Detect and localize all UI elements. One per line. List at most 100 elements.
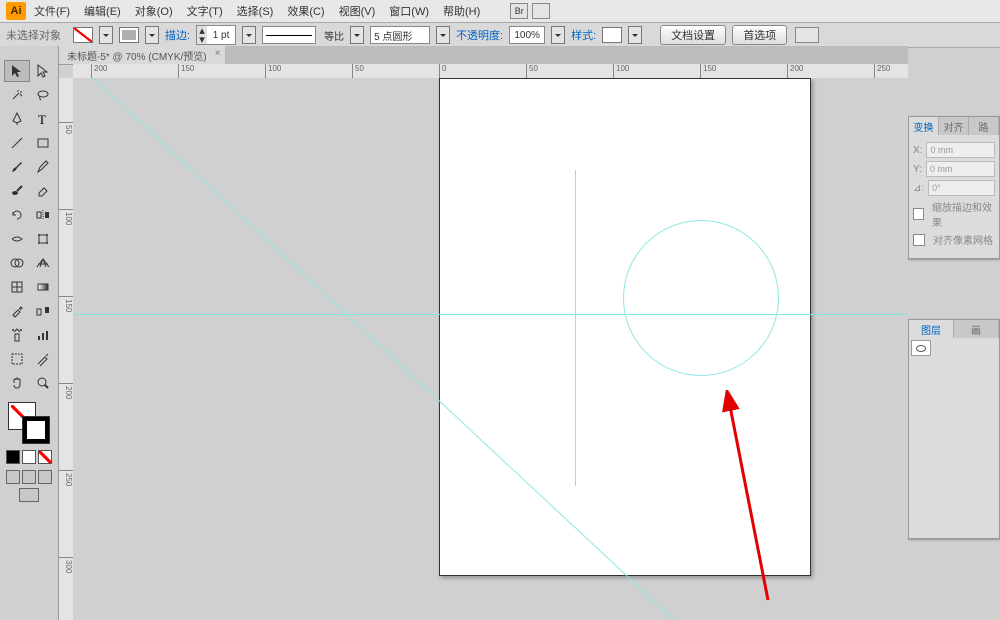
style-swatch[interactable] bbox=[602, 27, 622, 43]
menu-select[interactable]: 选择(S) bbox=[231, 1, 280, 21]
layer-row[interactable] bbox=[909, 338, 999, 358]
angle-field[interactable]: 0° bbox=[928, 180, 995, 196]
lasso-tool[interactable] bbox=[30, 84, 56, 106]
scale-stroke-checkbox[interactable] bbox=[913, 208, 924, 220]
align-pixel-label: 对齐像素网格 bbox=[933, 232, 993, 247]
selection-tool[interactable] bbox=[4, 60, 30, 82]
menu-type[interactable]: 文字(T) bbox=[181, 1, 229, 21]
arrange-button[interactable] bbox=[532, 3, 550, 19]
guide-horizontal bbox=[73, 314, 908, 315]
stroke-dropdown[interactable] bbox=[145, 26, 159, 44]
dash-dropdown[interactable] bbox=[350, 26, 364, 44]
fill-dropdown[interactable] bbox=[99, 26, 113, 44]
shape-builder-tool[interactable] bbox=[4, 252, 30, 274]
eyedropper-tool[interactable] bbox=[4, 300, 30, 322]
stroke-weight-field[interactable]: ▴▾1 pt bbox=[196, 25, 236, 45]
bridge-button[interactable]: Br bbox=[510, 3, 528, 19]
rectangle-tool[interactable] bbox=[30, 132, 56, 154]
opacity-dropdown[interactable] bbox=[551, 26, 565, 44]
symbol-sprayer-tool[interactable] bbox=[4, 324, 30, 346]
blend-tool[interactable] bbox=[30, 300, 56, 322]
tab-layers[interactable]: 图层 bbox=[909, 320, 954, 338]
paintbrush-tool[interactable] bbox=[4, 156, 30, 178]
style-label: 样式: bbox=[571, 27, 596, 43]
align-pixel-checkbox[interactable] bbox=[913, 234, 925, 246]
brush-field[interactable]: 5 点圆形 bbox=[370, 26, 430, 44]
y-field[interactable]: 0 mm bbox=[926, 161, 995, 177]
rotate-tool[interactable] bbox=[4, 204, 30, 226]
line-tool[interactable] bbox=[4, 132, 30, 154]
artboard-tool[interactable] bbox=[4, 348, 30, 370]
close-icon[interactable]: × bbox=[215, 48, 221, 59]
menu-edit[interactable]: 编辑(E) bbox=[78, 1, 127, 21]
angle-label: ⊿: bbox=[913, 183, 924, 194]
reflect-tool[interactable] bbox=[30, 204, 56, 226]
transform-panel: 变换 对齐 路 X:0 mm Y:0 mm ⊿:0° 缩放描边和效果 对齐像素网… bbox=[908, 116, 1000, 259]
y-label: Y: bbox=[913, 164, 922, 175]
menu-object[interactable]: 对象(O) bbox=[129, 1, 179, 21]
mesh-tool[interactable] bbox=[4, 276, 30, 298]
draw-mode[interactable] bbox=[6, 470, 52, 484]
tab-transform[interactable]: 变换 bbox=[909, 117, 939, 135]
stroke-box[interactable] bbox=[22, 416, 50, 444]
direct-selection-tool[interactable] bbox=[30, 60, 56, 82]
hand-tool[interactable] bbox=[4, 372, 30, 394]
width-tool[interactable] bbox=[4, 228, 30, 250]
graph-tool[interactable] bbox=[30, 324, 56, 346]
opacity-field[interactable]: 100% bbox=[509, 26, 545, 44]
guide-vertical bbox=[575, 170, 576, 486]
control-bar: 未选择对象 描边: ▴▾1 pt 等比 5 点圆形 不透明度: 100% 样式:… bbox=[0, 23, 1000, 48]
stroke-swatch[interactable] bbox=[119, 27, 139, 43]
stroke-weight-dropdown[interactable] bbox=[242, 26, 256, 44]
stroke-profile[interactable] bbox=[262, 26, 316, 44]
type-tool[interactable]: T bbox=[30, 108, 56, 130]
workspace: T bbox=[0, 46, 1000, 620]
menu-file[interactable]: 文件(F) bbox=[28, 1, 76, 21]
ruler-horizontal[interactable]: 200 150 100 50 0 50 100 150 200 250 300 bbox=[73, 64, 908, 79]
menu-bar: Ai 文件(F) 编辑(E) 对象(O) 文字(T) 选择(S) 效果(C) 视… bbox=[0, 0, 1000, 23]
gradient-tool[interactable] bbox=[30, 276, 56, 298]
free-transform-tool[interactable] bbox=[30, 228, 56, 250]
blob-brush-tool[interactable] bbox=[4, 180, 30, 202]
canvas[interactable] bbox=[73, 78, 908, 620]
color-mode-swatches[interactable] bbox=[6, 450, 52, 464]
doc-setup-button[interactable]: 文档设置 bbox=[660, 25, 726, 45]
svg-text:T: T bbox=[38, 112, 46, 127]
pen-tool[interactable] bbox=[4, 108, 30, 130]
eraser-tool[interactable] bbox=[30, 180, 56, 202]
fill-swatch[interactable] bbox=[73, 27, 93, 43]
layers-panel: 图层 画 bbox=[908, 319, 1000, 539]
tab-pathfinder[interactable]: 路 bbox=[969, 117, 999, 135]
document-tab[interactable]: 未标题-5* @ 70% (CMYK/预览)× bbox=[59, 46, 225, 64]
perspective-tool[interactable] bbox=[30, 252, 56, 274]
x-label: X: bbox=[913, 145, 922, 156]
zoom-tool[interactable] bbox=[30, 372, 56, 394]
menu-window[interactable]: 窗口(W) bbox=[383, 1, 435, 21]
menu-help[interactable]: 帮助(H) bbox=[437, 1, 486, 21]
visibility-icon[interactable] bbox=[911, 340, 931, 356]
brush-dropdown[interactable] bbox=[436, 26, 450, 44]
stroke-weight-label: 描边: bbox=[165, 27, 190, 43]
magic-wand-tool[interactable] bbox=[4, 84, 30, 106]
circle-path bbox=[623, 220, 779, 376]
ruler-vertical[interactable]: 50 100 150 200 250 300 bbox=[59, 78, 74, 620]
x-field[interactable]: 0 mm bbox=[926, 142, 995, 158]
tab-artboards[interactable]: 画 bbox=[954, 320, 999, 338]
menu-view[interactable]: 视图(V) bbox=[333, 1, 382, 21]
menu-effect[interactable]: 效果(C) bbox=[281, 1, 330, 21]
annotation-arrow-icon bbox=[718, 390, 778, 610]
app-icon: Ai bbox=[6, 2, 26, 20]
screen-mode[interactable] bbox=[19, 488, 39, 502]
tab-strip: 未标题-5* @ 70% (CMYK/预览)× bbox=[59, 46, 908, 65]
slice-tool[interactable] bbox=[30, 348, 56, 370]
panel-dock: 变换 对齐 路 X:0 mm Y:0 mm ⊿:0° 缩放描边和效果 对齐像素网… bbox=[908, 46, 1000, 620]
style-dropdown[interactable] bbox=[628, 26, 642, 44]
prefs-button[interactable]: 首选项 bbox=[732, 25, 787, 45]
tab-align[interactable]: 对齐 bbox=[939, 117, 969, 135]
fill-stroke-control[interactable] bbox=[8, 402, 50, 444]
toolbar: T bbox=[0, 46, 59, 620]
dash-label: 等比 bbox=[322, 28, 344, 43]
align-to-button[interactable] bbox=[795, 27, 819, 43]
pencil-tool[interactable] bbox=[30, 156, 56, 178]
document-area: 未标题-5* @ 70% (CMYK/预览)× 200 150 100 50 0… bbox=[59, 46, 908, 620]
